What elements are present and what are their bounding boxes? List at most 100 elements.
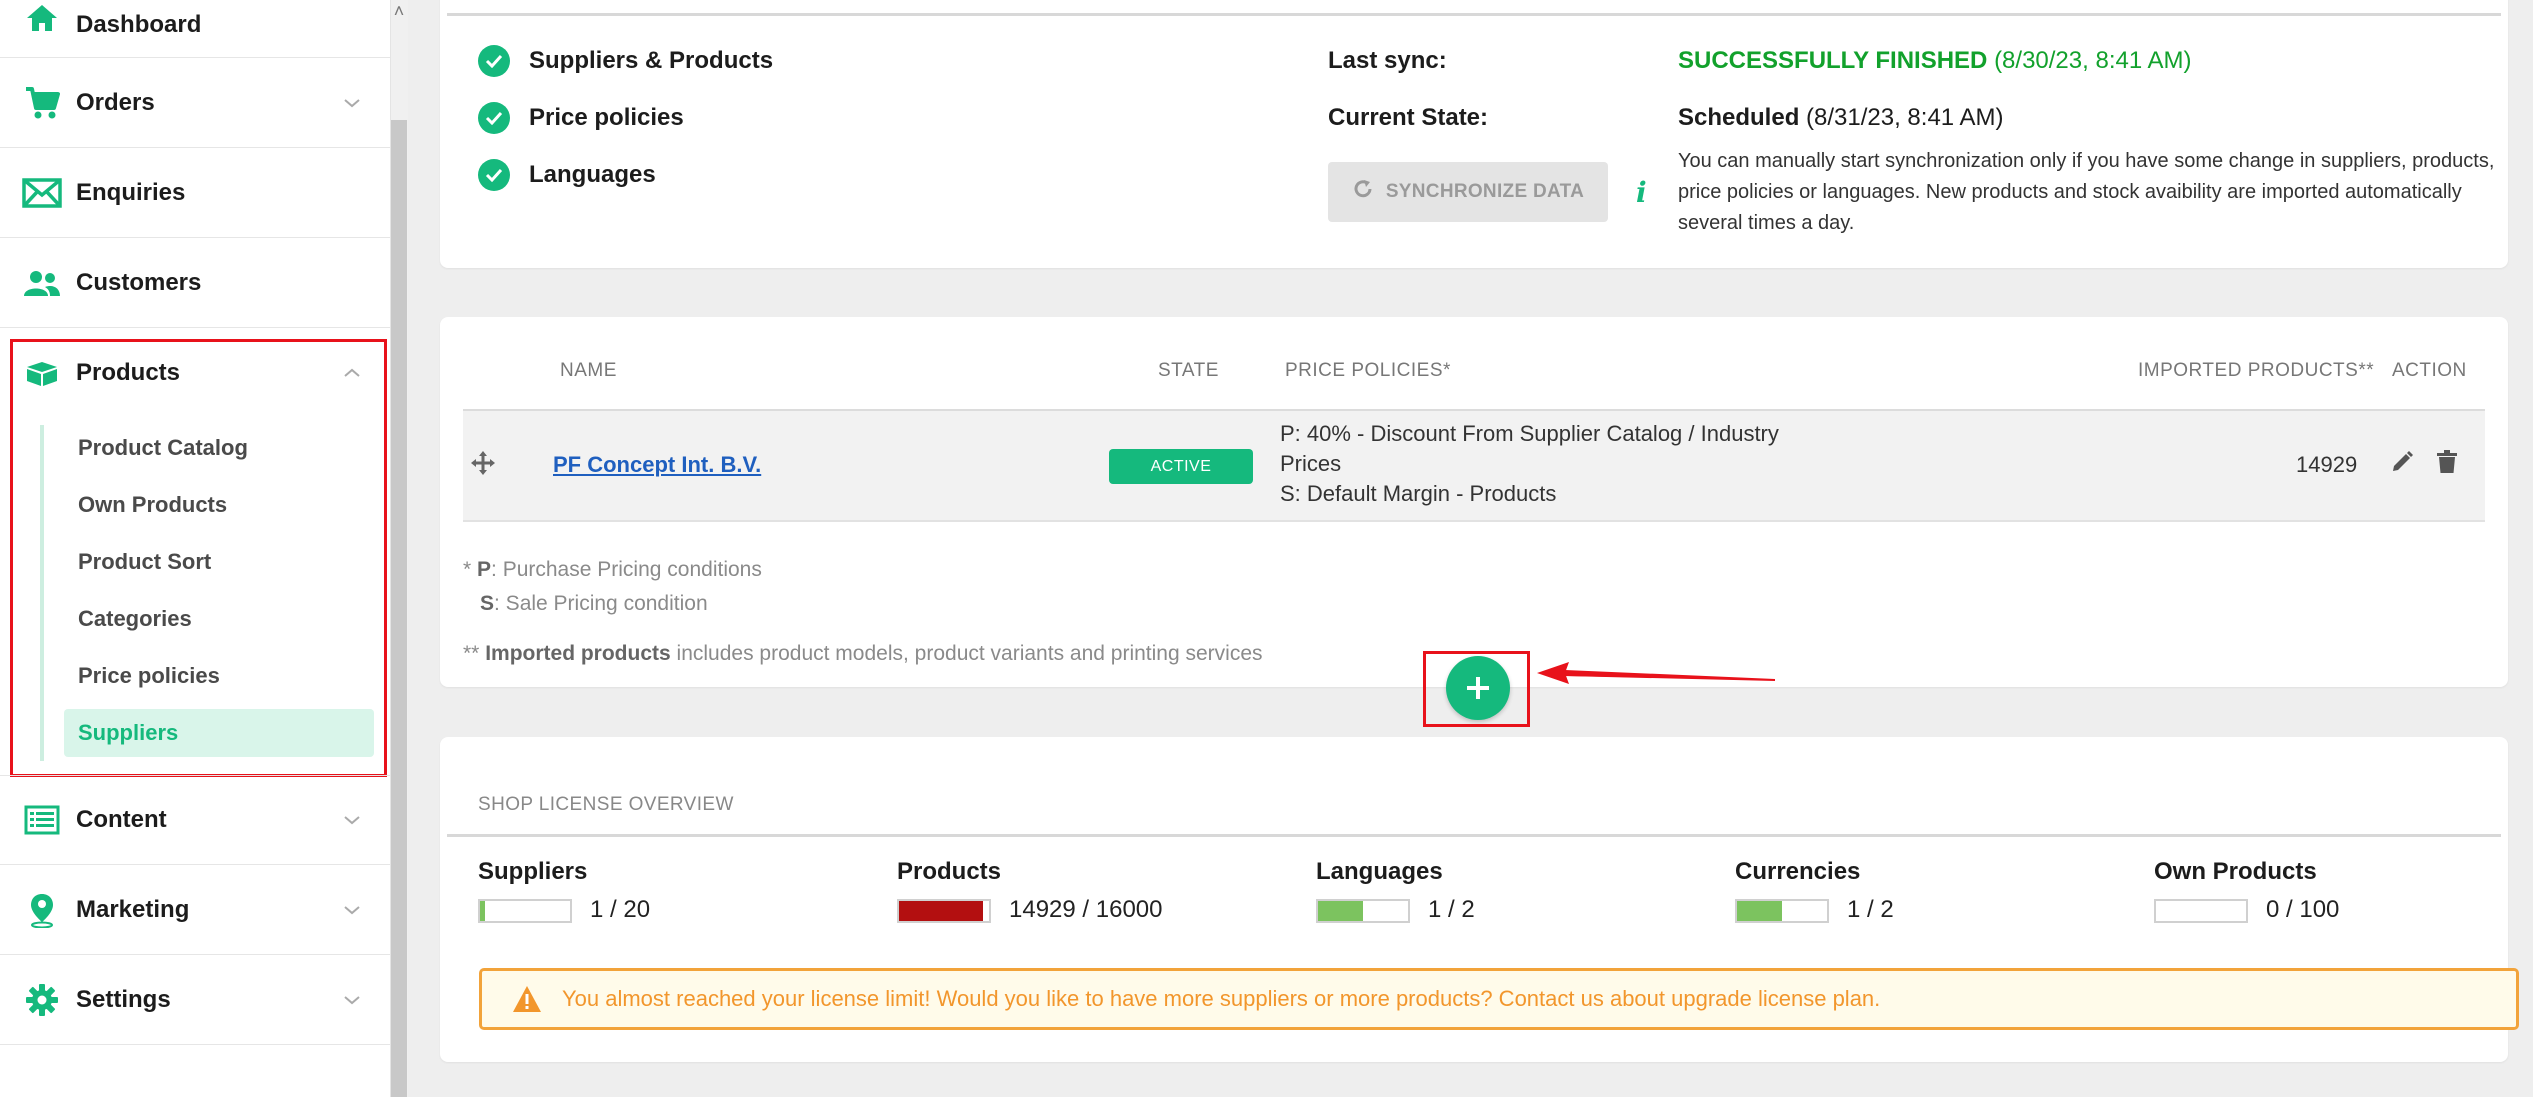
edit-icon[interactable] (2390, 450, 2414, 479)
scroll-up-icon[interactable]: ˄ (391, 0, 407, 21)
sidebar-item-enquiries[interactable]: Enquiries (0, 148, 390, 238)
license-item-value: 1 / 2 (1428, 896, 1475, 923)
legend-text: : Purchase Pricing conditions (491, 558, 762, 581)
check-icon (478, 102, 510, 134)
legend-prefix: * (463, 558, 478, 581)
sidebar-item-label: Orders (76, 88, 155, 116)
sidebar-item-label: Content (76, 806, 167, 833)
license-progress-bar (1735, 899, 1829, 923)
sync-check-languages: Languages (529, 161, 656, 188)
license-item-value: 14929 / 16000 (1009, 896, 1163, 923)
last-sync-time: (8/30/23, 8:41 AM) (1994, 47, 2192, 74)
info-icon: i (1636, 176, 1647, 209)
legend-sale: S: Sale Pricing condition (480, 592, 708, 616)
sync-check-price-policies: Price policies (529, 104, 684, 131)
license-progress-fill (899, 901, 983, 921)
license-item-value: 0 / 100 (2266, 896, 2340, 923)
sidebar-item-label: Dashboard (76, 11, 202, 38)
sidebar-item-customers[interactable]: Customers (0, 238, 390, 328)
drag-handle-icon[interactable] (470, 450, 496, 481)
products-highlight-box (10, 339, 387, 777)
home-icon (22, 0, 62, 38)
legend-text: includes product models, product variant… (670, 642, 1263, 665)
sidebar-item-label: Enquiries (76, 178, 186, 206)
column-header-name: NAME (560, 360, 617, 381)
price-policy-line: P: 40% - Discount From Supplier Catalog … (1280, 421, 1779, 446)
annotation-arrow-icon (1537, 662, 1775, 684)
supplier-name-link[interactable]: PF Concept Int. B.V. (553, 452, 761, 478)
column-header-price-policies: PRICE POLICIES* (1285, 360, 1451, 381)
sidebar-item-content[interactable]: Content (0, 775, 390, 865)
map-pin-icon (22, 890, 62, 930)
status-badge: ACTIVE (1109, 449, 1253, 484)
add-button-highlight-box (1423, 651, 1530, 727)
price-policy-line: S: Default Margin - Products (1280, 481, 1557, 506)
license-progress-bar (2154, 899, 2248, 923)
sidebar-item-dashboard[interactable]: Dashboard (0, 0, 390, 58)
synchronize-data-label: SYNCHRONIZE DATA (1385, 181, 1585, 202)
chevron-down-icon (340, 898, 364, 922)
cart-icon (22, 83, 62, 123)
chevron-down-icon (340, 808, 364, 832)
chevron-down-icon (340, 988, 364, 1012)
license-title: SHOP LICENSE OVERVIEW (478, 794, 734, 815)
legend-imported: ** Imported products includes product mo… (463, 642, 1263, 666)
price-policy-line: Prices (1280, 451, 1342, 476)
current-state-value: Scheduled (8/31/23, 8:41 AM) (1678, 104, 2003, 132)
check-icon (478, 159, 510, 191)
synchronize-data-button[interactable]: SYNCHRONIZE DATA (1328, 162, 1608, 222)
refresh-icon (1352, 178, 1374, 206)
last-sync-label: Last sync: (1328, 47, 1447, 74)
column-header-imported-products: IMPORTED PRODUCTS** (2138, 360, 2375, 381)
list-icon (22, 800, 62, 840)
trash-icon[interactable] (2436, 450, 2458, 479)
license-item-name: Currencies (1735, 858, 1861, 885)
legend-prefix: ** (463, 642, 486, 665)
license-warning-text: You almost reached your license limit! W… (562, 986, 1881, 1011)
warning-icon (512, 985, 542, 1018)
sidebar-item-settings[interactable]: Settings (0, 955, 390, 1045)
sidebar-item-label: Marketing (76, 895, 190, 923)
legend-text: : Sale Pricing condition (494, 592, 708, 615)
last-sync-status: SUCCESSFULLY FINISHED (1678, 47, 1988, 74)
license-item-name: Languages (1316, 858, 1443, 885)
license-progress-fill (1318, 901, 1363, 921)
current-state-time: (8/31/23, 8:41 AM) (1806, 104, 2004, 131)
license-warning-banner: You almost reached your license limit! W… (479, 968, 2519, 1030)
divider (447, 834, 2501, 837)
license-item-value: 1 / 2 (1847, 896, 1894, 923)
current-state-label: Current State: (1328, 104, 1489, 131)
gear-icon (22, 980, 62, 1020)
sidebar: Dashboard Orders Enquiries Customers Pro… (0, 0, 390, 1097)
column-header-action: ACTION (2392, 360, 2467, 381)
license-item-name: Own Products (2154, 858, 2317, 885)
license-progress-bar (1316, 899, 1410, 923)
current-state-status: Scheduled (1678, 104, 1800, 131)
sidebar-item-marketing[interactable]: Marketing (0, 865, 390, 955)
users-icon (22, 263, 62, 303)
sidebar-item-label: Settings (76, 985, 171, 1013)
license-progress-bar (897, 899, 991, 923)
sidebar-item-orders[interactable]: Orders (0, 58, 390, 148)
sync-check-suppliers-products: Suppliers & Products (529, 47, 774, 74)
sidebar-item-label: Customers (76, 268, 202, 296)
last-sync-value: SUCCESSFULLY FINISHED (8/30/23, 8:41 AM) (1678, 47, 2192, 75)
license-item-name: Products (897, 858, 1002, 885)
legend-key: P (477, 558, 492, 581)
license-item-value: 1 / 20 (590, 896, 651, 923)
sidebar-scrollbar-thumb[interactable] (391, 120, 407, 1097)
legend-purchase: * P: Purchase Pricing conditions (463, 558, 762, 582)
license-item-name: Suppliers (478, 858, 588, 885)
column-header-state: STATE (1158, 360, 1219, 381)
chevron-down-icon (340, 91, 364, 115)
sync-note: You can manually start synchronization o… (1678, 150, 2495, 234)
envelope-icon (22, 173, 62, 213)
imported-products-value: 14929 (2296, 452, 2358, 477)
legend-key: S (480, 592, 495, 615)
check-icon (478, 45, 510, 77)
legend-key: Imported products (485, 642, 671, 665)
license-progress-fill (1737, 901, 1782, 921)
license-progress-bar (478, 899, 572, 923)
license-progress-fill (480, 901, 485, 921)
divider (447, 13, 2501, 16)
